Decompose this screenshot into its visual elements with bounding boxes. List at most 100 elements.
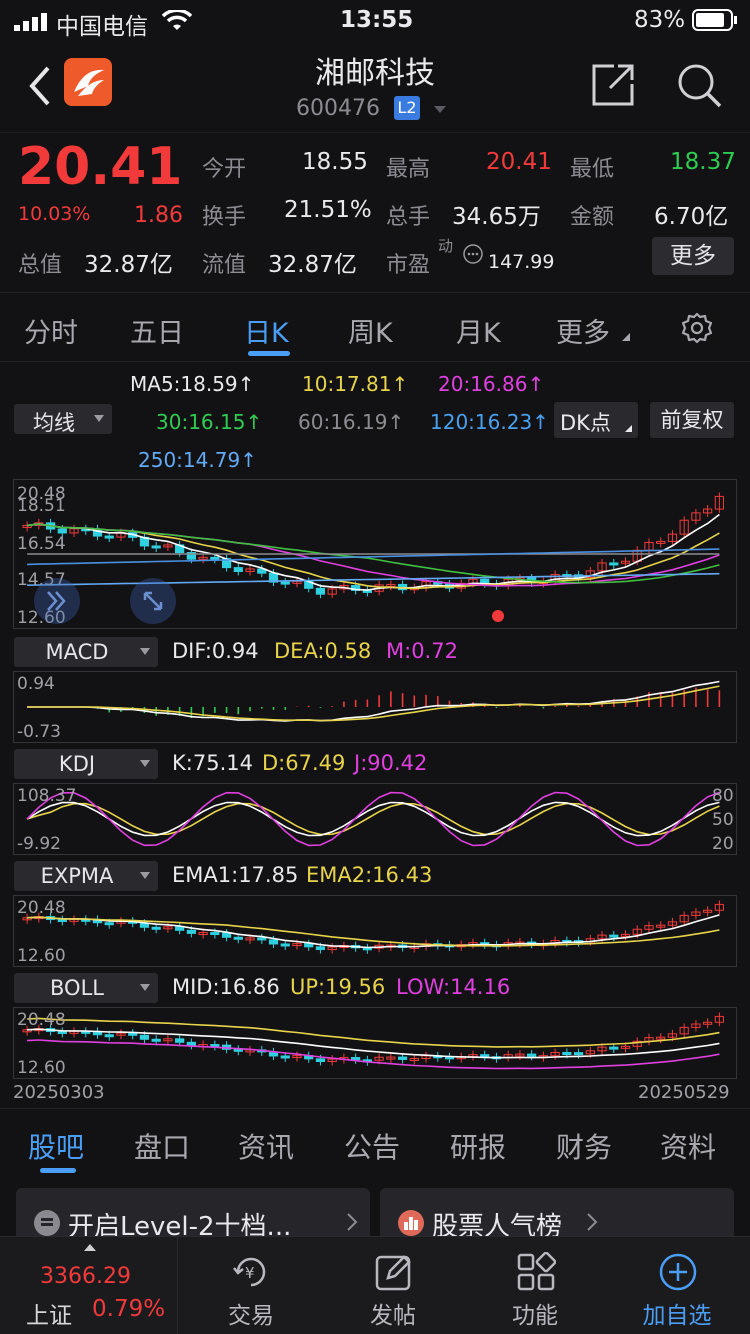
pe-type: 动 xyxy=(438,237,454,255)
expma-kline-candle xyxy=(104,922,114,926)
boll-select-label: BOLL xyxy=(50,976,104,1000)
trade-button[interactable]: ¥ 交易 xyxy=(180,1240,322,1334)
chevron-down-icon xyxy=(140,984,150,991)
level-badge: L2 xyxy=(394,96,420,120)
boll-axis-bottom: 12.60 xyxy=(17,1058,66,1078)
open-label: 今开 xyxy=(202,157,247,182)
kdj-axis-bottom: -9.92 xyxy=(17,834,61,854)
status-bar: 中国电信 13:55 83% xyxy=(0,0,750,44)
j-line xyxy=(26,791,720,847)
tab-five-day[interactable]: 五日 xyxy=(130,311,184,350)
pct-change: 10.03% xyxy=(18,203,91,225)
tab-research[interactable]: 研报 xyxy=(450,1126,506,1166)
chevron-down-icon xyxy=(140,648,150,655)
macd-chart-canvas xyxy=(27,680,721,722)
total-cap-label: 总值 xyxy=(18,253,63,278)
boll-axis-top: 20.48 xyxy=(17,1010,66,1030)
tab-announcements[interactable]: 公告 xyxy=(344,1126,400,1166)
boll-kline-candle xyxy=(186,1041,196,1046)
tab-order-book[interactable]: 盘口 xyxy=(134,1126,190,1166)
kline-candle xyxy=(233,567,243,572)
index-ticker[interactable]: 3366.29 上证 0.79% xyxy=(0,1236,178,1334)
low-value: 18.37 xyxy=(670,149,736,175)
ma250-value: 250:14.79↑ xyxy=(138,448,257,472)
kdj-chart-canvas xyxy=(26,791,720,847)
boll-up: UP:19.56 xyxy=(290,975,386,999)
dk-point-button[interactable]: DK点 xyxy=(554,402,638,438)
wifi-icon xyxy=(161,8,193,36)
kdj-ref-20: 20 xyxy=(712,834,734,854)
expma-kline-candle xyxy=(268,939,279,945)
adjust-button-label: 前复权 xyxy=(660,408,724,432)
boll-kline-candle xyxy=(57,1030,67,1034)
tab-news[interactable]: 资讯 xyxy=(238,1126,294,1166)
post-button[interactable]: 发帖 xyxy=(322,1240,464,1334)
volume-label: 总手 xyxy=(386,205,431,230)
boll-select[interactable]: BOLL xyxy=(14,973,158,1003)
overlay-select[interactable]: 均线 xyxy=(14,404,112,435)
grid-icon xyxy=(516,1251,557,1296)
macd-select[interactable]: MACD xyxy=(14,637,158,667)
expma-kline-candle xyxy=(315,946,326,951)
more-button[interactable]: 更多 xyxy=(652,237,734,275)
float-cap-label: 流值 xyxy=(202,253,247,278)
boll-kline-candle xyxy=(609,1046,619,1050)
battery-percent: 83% xyxy=(634,7,686,33)
expma-chart-canvas xyxy=(22,900,724,954)
kline-candle xyxy=(609,562,619,566)
macd-axis-top: 0.94 xyxy=(17,674,55,694)
macd-select-label: MACD xyxy=(45,640,109,664)
last-price: 20.41 xyxy=(18,137,183,197)
expma-select[interactable]: EXPMA xyxy=(14,861,158,891)
adjust-button[interactable]: 前复权 xyxy=(650,402,734,438)
dk-point-label: DK点 xyxy=(560,411,611,435)
kdj-select[interactable]: KDJ xyxy=(14,749,158,779)
svg-text:¥: ¥ xyxy=(245,1264,255,1282)
overlay-select-label: 均线 xyxy=(33,411,75,435)
scroll-left-icon[interactable] xyxy=(34,578,80,624)
add-watchlist-button[interactable]: 加自选 xyxy=(606,1240,748,1334)
more-button-label: 更多 xyxy=(670,243,716,269)
tab-profile[interactable]: 资料 xyxy=(660,1126,716,1166)
tab-intraday[interactable]: 分时 xyxy=(24,311,78,350)
tab-more[interactable]: 更多 xyxy=(556,311,610,350)
trade-label: 交易 xyxy=(228,1303,274,1329)
price-change: 1.86 xyxy=(134,203,183,228)
tab-daily-k[interactable]: 日K xyxy=(244,311,289,350)
tab-financials[interactable]: 财务 xyxy=(556,1126,612,1166)
k-line xyxy=(26,801,720,837)
tab-monthly-k[interactable]: 月K xyxy=(456,311,501,350)
macd-axis-bottom: -0.73 xyxy=(17,722,61,742)
expma-ema2: EMA2:16.43 xyxy=(306,863,433,887)
quote-panel: 20.41 10.03% 1.86 今开 18.55 最高 20.41 最低 1… xyxy=(0,132,750,292)
share-icon[interactable] xyxy=(590,62,636,112)
expma-kline-candle xyxy=(210,932,220,936)
more-corner-icon xyxy=(622,333,630,341)
boll-kline-candle xyxy=(351,1057,361,1061)
index-name: 上证 xyxy=(26,1303,72,1329)
tab-weekly-k[interactable]: 周K xyxy=(348,311,393,350)
pe-info-icon[interactable] xyxy=(462,243,484,269)
pe-label: 市盈 xyxy=(386,253,431,278)
settings-icon[interactable] xyxy=(680,311,714,349)
code-dropdown-icon[interactable] xyxy=(434,106,446,113)
expma-kline-candle xyxy=(233,936,243,940)
dk-signal-dot xyxy=(492,610,504,622)
boll-chart-canvas xyxy=(22,1012,724,1070)
tab-forum[interactable]: 股吧 xyxy=(28,1126,84,1166)
boll-mid: MID:16.86 xyxy=(172,975,280,999)
carrier-name: 中国电信 xyxy=(56,14,148,40)
expma-kline-candle xyxy=(257,937,267,941)
kline-candle xyxy=(151,545,161,549)
expma-kline-candle xyxy=(280,943,290,947)
expma-kline-candle xyxy=(186,929,196,934)
zoom-icon[interactable] xyxy=(130,578,176,624)
functions-button[interactable]: 功能 xyxy=(464,1240,606,1334)
expma-ema1: EMA1:17.85 xyxy=(172,863,299,887)
kdj-j: J:90.42 xyxy=(354,751,428,775)
bottom-tabs-divider xyxy=(0,1108,750,1109)
total-cap-value: 32.87亿 xyxy=(84,252,173,278)
boll-kline-candle xyxy=(128,1032,138,1036)
expma-select-label: EXPMA xyxy=(40,864,114,888)
search-icon[interactable] xyxy=(676,62,722,112)
